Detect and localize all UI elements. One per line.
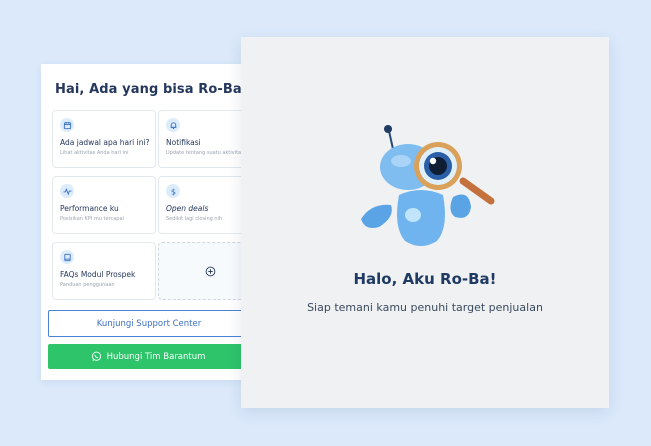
tile-subtitle: Sedikit lagi closing nih bbox=[166, 216, 223, 222]
tile-subtitle: Panduan penggunaan bbox=[60, 282, 115, 288]
whatsapp-icon bbox=[91, 351, 101, 362]
calendar-icon bbox=[60, 118, 74, 132]
bell-icon bbox=[166, 118, 180, 132]
tile-title: Performance ku bbox=[60, 204, 119, 213]
support-center-label: Kunjungi Support Center bbox=[96, 318, 202, 329]
assistant-menu-panel: Hai, Ada yang bisa Ro-Ba bantu? Ada jadw… bbox=[41, 64, 271, 380]
welcome-panel: Halo, Aku Ro-Ba! Siap temani kamu penuhi… bbox=[241, 37, 609, 408]
tile-subtitle: Lihat aktivitas Anda hari ini bbox=[60, 150, 129, 156]
tile-performance[interactable]: Performance ku Posisikan KPI mu tercapai bbox=[52, 176, 156, 234]
tile-title: Ada jadwal apa hari ini? bbox=[60, 138, 150, 147]
contact-team-label: Hubungi Tim Barantum bbox=[106, 351, 206, 362]
greeting-heading: Hai, Ada yang bisa Ro-Ba bantu? bbox=[55, 82, 271, 97]
tile-subtitle: Update tentang suatu aktivitas bbox=[166, 150, 244, 156]
plus-circle-icon bbox=[205, 266, 215, 276]
tile-subtitle: Posisikan KPI mu tercapai bbox=[60, 216, 124, 222]
book-icon bbox=[60, 250, 74, 264]
hero-subtitle: Siap temani kamu penuhi target penjualan bbox=[307, 301, 543, 314]
robot-mascot-illustration bbox=[361, 125, 495, 246]
tile-schedule[interactable]: Ada jadwal apa hari ini? Lihat aktivitas… bbox=[52, 110, 156, 168]
support-center-button[interactable]: Kunjungi Support Center bbox=[48, 310, 250, 337]
activity-icon bbox=[60, 184, 74, 198]
hero-title: Halo, Aku Ro-Ba! bbox=[353, 270, 497, 288]
tile-title: Notifikasi bbox=[166, 138, 201, 147]
tile-title: FAQs Modul Prospek bbox=[60, 270, 136, 279]
dollar-icon: $ bbox=[166, 184, 180, 198]
svg-text:$: $ bbox=[170, 187, 175, 196]
tile-title: Open deals bbox=[166, 204, 209, 213]
tile-faqs[interactable]: FAQs Modul Prospek Panduan penggunaan bbox=[52, 242, 156, 300]
contact-team-button[interactable]: Hubungi Tim Barantum bbox=[48, 344, 248, 369]
